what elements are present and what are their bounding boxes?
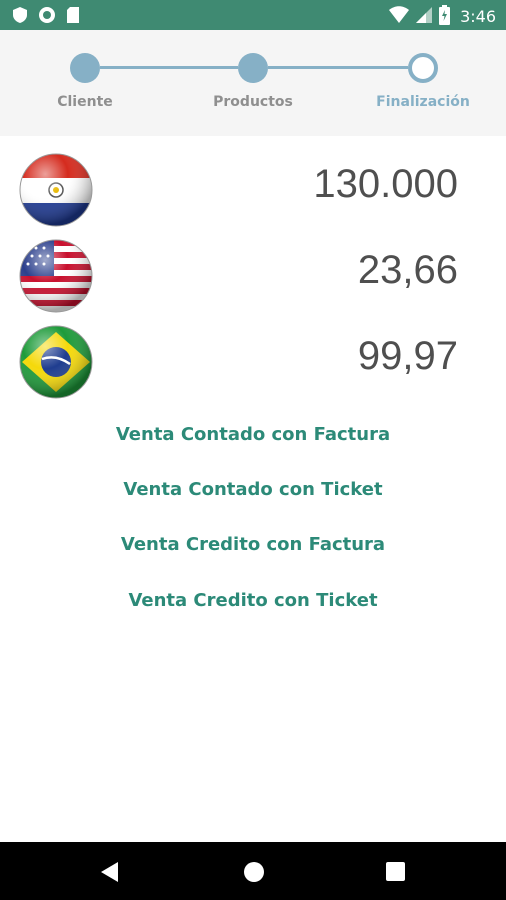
amount-pyg: 130.000 (313, 162, 458, 206)
amount-usd: 23,66 (357, 248, 458, 292)
step-indicator-finalizacion[interactable] (408, 53, 438, 83)
venta-credito-ticket-button[interactable]: Venta Credito con Ticket (0, 590, 506, 611)
currency-row-pyg: 130.000 (0, 150, 506, 230)
step-connector (268, 66, 408, 69)
paraguay-flag-icon (18, 152, 94, 228)
venta-credito-factura-button[interactable]: Venta Credito con Factura (0, 534, 506, 555)
step-indicator-productos[interactable] (238, 53, 268, 83)
battery-icon (439, 5, 451, 29)
step-indicator-cliente[interactable] (70, 53, 100, 83)
currency-row-usd: 23,66 (0, 236, 506, 316)
step-connector (100, 66, 238, 69)
sd-card-icon (66, 6, 80, 28)
amount-brl: 99,97 (357, 334, 458, 378)
shield-icon (12, 6, 28, 28)
recents-icon[interactable] (386, 862, 405, 885)
progress-stepper: Cliente Productos Finalización (0, 30, 506, 136)
signal-icon (415, 6, 433, 28)
wifi-icon (389, 6, 410, 28)
back-icon[interactable] (100, 861, 120, 887)
usa-flag-icon (18, 238, 94, 314)
venta-contado-ticket-button[interactable]: Venta Contado con Ticket (0, 479, 506, 500)
step-label-productos: Productos (213, 94, 293, 110)
status-time: 3:46 (460, 7, 496, 26)
venta-contado-factura-button[interactable]: Venta Contado con Factura (0, 424, 506, 445)
currency-row-brl: 99,97 (0, 322, 506, 402)
step-label-cliente: Cliente (57, 94, 113, 110)
home-icon[interactable] (243, 861, 265, 887)
sync-icon (38, 6, 56, 28)
step-label-finalizacion: Finalización (376, 94, 470, 110)
navigation-bar (0, 842, 506, 900)
brazil-flag-icon (18, 324, 94, 400)
status-bar: 3:46 (0, 0, 506, 30)
